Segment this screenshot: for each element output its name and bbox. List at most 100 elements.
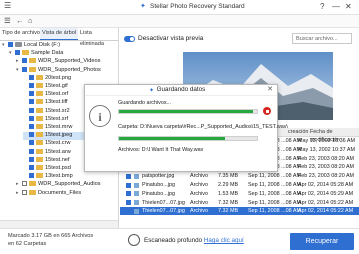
- folder-icon: [36, 99, 43, 105]
- minimize-button[interactable]: —: [332, 2, 340, 12]
- deep-scan-link[interactable]: Haga clic aquí: [204, 237, 244, 244]
- cell-name: Thielen07...07.jpg: [142, 199, 185, 206]
- tab-file-type[interactable]: Tipo de archivo: [0, 28, 42, 39]
- tree-item[interactable]: ▸ WDR_Supported_Videos: [16, 58, 118, 66]
- image-file-icon: [134, 208, 139, 214]
- tree-checkbox[interactable]: [29, 156, 34, 162]
- title-bar: ☰ ✦ Stellar Photo Recovery Standard ? — …: [0, 0, 359, 15]
- tree-item[interactable]: ▾ Local Disk (F:): [2, 42, 118, 50]
- tree-item-label: Documents_Files: [38, 189, 82, 196]
- hamburger-icon[interactable]: ☰: [4, 16, 11, 26]
- tree-item[interactable]: ▾ WDR_Supported_Photos: [16, 67, 118, 75]
- menu-icon[interactable]: ☰: [4, 1, 11, 11]
- dialog-close-icon[interactable]: ✕: [267, 85, 273, 95]
- tree-item-label: Local Disk (F:): [24, 42, 61, 48]
- deep-scan-prompt: Escaneado profundo Haga clic aquí: [144, 237, 244, 244]
- table-row[interactable]: Thielen07...07.jpg Archivo 7.32 MB Sep 11, …: [120, 199, 359, 207]
- deep-scan-icon: [128, 234, 140, 246]
- cell-type: Archivo: [190, 208, 208, 215]
- dialog-title: Guardando datos: [85, 85, 277, 96]
- progress-bar-top-fill: [119, 110, 253, 113]
- tree-checkbox[interactable]: [29, 148, 34, 154]
- back-arrow-icon[interactable]: ←: [16, 16, 24, 26]
- image-file-icon: [134, 182, 139, 188]
- cell-modified: Apr 02, 2014 05:28 AM: [298, 182, 354, 188]
- folder-icon: [36, 132, 43, 138]
- close-button[interactable]: ✕: [345, 2, 352, 12]
- tree-checkbox[interactable]: [22, 189, 27, 195]
- image-file-icon: [134, 173, 139, 179]
- tree-item-label: 15test.psd: [45, 165, 71, 171]
- window-title: Stellar Photo Recovery Standard: [150, 3, 245, 10]
- tree-checkbox[interactable]: [29, 173, 34, 179]
- tree-checkbox[interactable]: [29, 124, 34, 130]
- horizontal-scrollbar[interactable]: [0, 220, 118, 228]
- tab-tree-view[interactable]: Vista de árbol: [40, 28, 79, 40]
- folder-icon: [36, 140, 43, 146]
- tree-checkbox[interactable]: [29, 165, 34, 171]
- tree-checkbox[interactable]: [29, 140, 34, 146]
- progress-bar-bottom-fill: [119, 137, 226, 140]
- tree-item[interactable]: ▸ WDR_Supported_Audios: [16, 181, 118, 189]
- tree-checkbox[interactable]: [29, 132, 34, 138]
- folder-icon: [36, 165, 43, 171]
- tree-checkbox[interactable]: [29, 99, 34, 105]
- tree-checkbox[interactable]: [29, 83, 34, 89]
- cell-modified: Apr 02, 2014 05:29 AM: [298, 190, 354, 197]
- tree-checkbox[interactable]: [22, 66, 27, 72]
- tree-checkbox[interactable]: [15, 50, 20, 56]
- cell-modified: May 13, 2002 10:37 AM: [298, 146, 355, 153]
- folder-icon: [36, 148, 43, 154]
- dialog-folder-path: Carpeta: D:\Nueva carpeta\#Rec...P_Suppo…: [118, 124, 288, 130]
- folder-icon: [36, 91, 43, 97]
- folder-icon: [36, 83, 43, 89]
- cell-modified: May 13, 2002 10:36 AM: [298, 138, 355, 144]
- search-input[interactable]: Buscar archivo...: [292, 33, 352, 44]
- tree-checkbox[interactable]: [22, 58, 27, 64]
- cell-modified: Feb 23, 2003 08:20 AM: [298, 173, 355, 180]
- folder-icon: [36, 115, 43, 121]
- tab-deleted-list[interactable]: Lista eliminada: [78, 28, 118, 47]
- image-file-icon: [134, 200, 139, 206]
- progress-bar-top: [118, 109, 258, 114]
- table-row[interactable]: Pinatubo...jpg Archivo 2.29 MB Sep 11, 2008…: [120, 181, 359, 189]
- help-button[interactable]: ?: [320, 2, 324, 12]
- row-checkbox[interactable]: [126, 182, 131, 188]
- tree-item[interactable]: 13test.bmp: [23, 173, 118, 181]
- table-row[interactable]: Pinatubo...jpg Archivo 1.53 MB Sep 11, 2008…: [120, 190, 359, 198]
- toolbar: ☰ ← ⌂: [0, 15, 359, 28]
- cell-created: Sep 11, 2008 ...08 AM: [248, 208, 301, 215]
- cell-created: Sep 11, 2008 ...08 AM: [248, 199, 301, 206]
- table-row[interactable]: Thielen07...07.jpg Archivo 7.32 MB Sep 11, …: [120, 207, 359, 216]
- row-checkbox[interactable]: [126, 200, 131, 206]
- marked-summary-line2: en 62 Carpetas: [8, 241, 47, 247]
- tree-checkbox[interactable]: [29, 91, 34, 97]
- tree-checkbox[interactable]: [22, 181, 27, 187]
- footer: Marcado 3.17 GB en 665 Archivos en 62 Ca…: [0, 228, 359, 254]
- tree-checkbox[interactable]: [29, 107, 34, 113]
- tree-item[interactable]: ▾ Sample Data: [9, 50, 118, 58]
- dialog-status: Guardando archivos...: [118, 100, 172, 106]
- preview-toggle[interactable]: [124, 36, 135, 42]
- tree-item-label: WDR_Supported_Audios: [38, 181, 101, 188]
- tree-checkbox[interactable]: [29, 115, 34, 121]
- stop-button[interactable]: [263, 107, 271, 115]
- tree-item[interactable]: ▸ Documents_Files: [16, 190, 118, 198]
- table-row[interactable]: patspotter.jpg Archivo 7.35 MB Sep 11, 2008…: [120, 172, 359, 180]
- cell-name: Pinatubo...jpg: [142, 190, 175, 197]
- column-created[interactable]: creación: [288, 128, 308, 136]
- tree-item-label: 15test.orf: [45, 91, 69, 98]
- cell-size: 2.29 MB: [218, 182, 239, 188]
- cell-name: Pinatubo...jpg: [142, 182, 175, 188]
- tree-checkbox[interactable]: [8, 42, 13, 48]
- tree-item-label: 15test.arw: [45, 148, 71, 155]
- row-checkbox[interactable]: [126, 191, 131, 197]
- row-checkbox[interactable]: [126, 208, 131, 214]
- row-checkbox[interactable]: [126, 173, 131, 179]
- tree-item[interactable]: 20test.png: [23, 75, 118, 83]
- tree-checkbox[interactable]: [29, 74, 34, 80]
- folder-icon: [29, 181, 36, 187]
- recover-button[interactable]: Recuperar: [290, 233, 354, 250]
- home-icon[interactable]: ⌂: [28, 16, 33, 26]
- tree-item-label: WDR_Supported_Videos: [38, 58, 101, 65]
